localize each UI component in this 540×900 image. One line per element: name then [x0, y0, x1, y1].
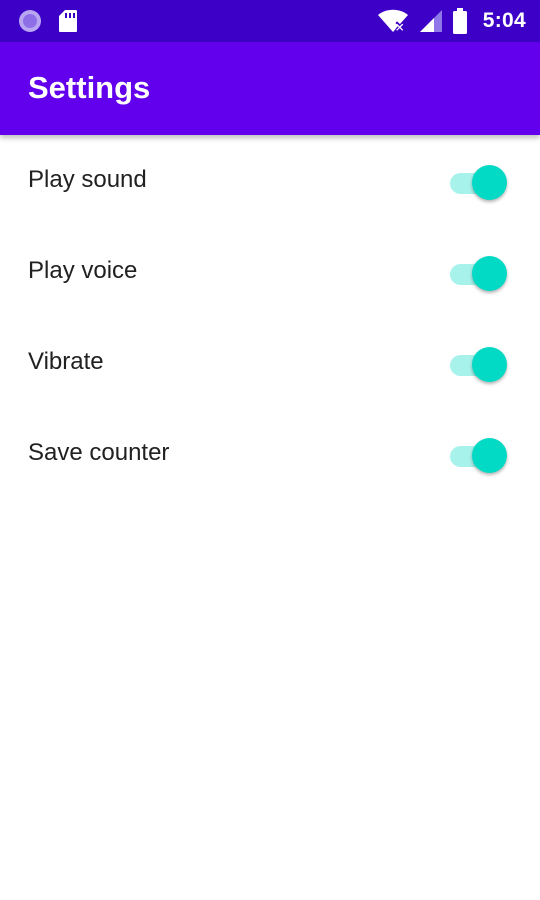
play-voice-switch[interactable]	[450, 254, 508, 291]
setting-row-save-counter: Save counter	[0, 408, 540, 499]
setting-label-play-sound: Play sound	[28, 166, 147, 193]
setting-row-play-sound: Play sound	[0, 135, 540, 226]
sd-card-icon	[59, 10, 77, 32]
setting-row-vibrate: Vibrate	[0, 317, 540, 408]
settings-list: Play sound Play voice Vibrate Save count…	[0, 135, 540, 499]
save-counter-switch[interactable]	[450, 436, 508, 473]
setting-label-save-counter: Save counter	[28, 439, 170, 466]
vibrate-switch[interactable]	[450, 345, 508, 382]
battery-icon	[452, 8, 467, 34]
setting-label-play-voice: Play voice	[28, 257, 138, 284]
wifi-no-internet-icon	[377, 9, 408, 32]
status-bar-clock: 5:04	[482, 9, 526, 32]
cell-signal-icon	[419, 10, 442, 32]
status-bar-right: 5:04	[377, 8, 526, 34]
play-sound-switch[interactable]	[450, 163, 508, 200]
switch-thumb	[472, 256, 507, 291]
switch-thumb	[472, 347, 507, 382]
app-bar: Settings	[0, 42, 540, 135]
switch-thumb	[472, 165, 507, 200]
status-bar: 5:04	[0, 0, 540, 42]
setting-row-play-voice: Play voice	[0, 226, 540, 317]
status-bar-left	[18, 9, 78, 33]
notification-dot-icon	[19, 10, 41, 32]
page-title: Settings	[28, 70, 151, 105]
setting-label-vibrate: Vibrate	[28, 348, 104, 375]
switch-thumb	[472, 438, 507, 473]
